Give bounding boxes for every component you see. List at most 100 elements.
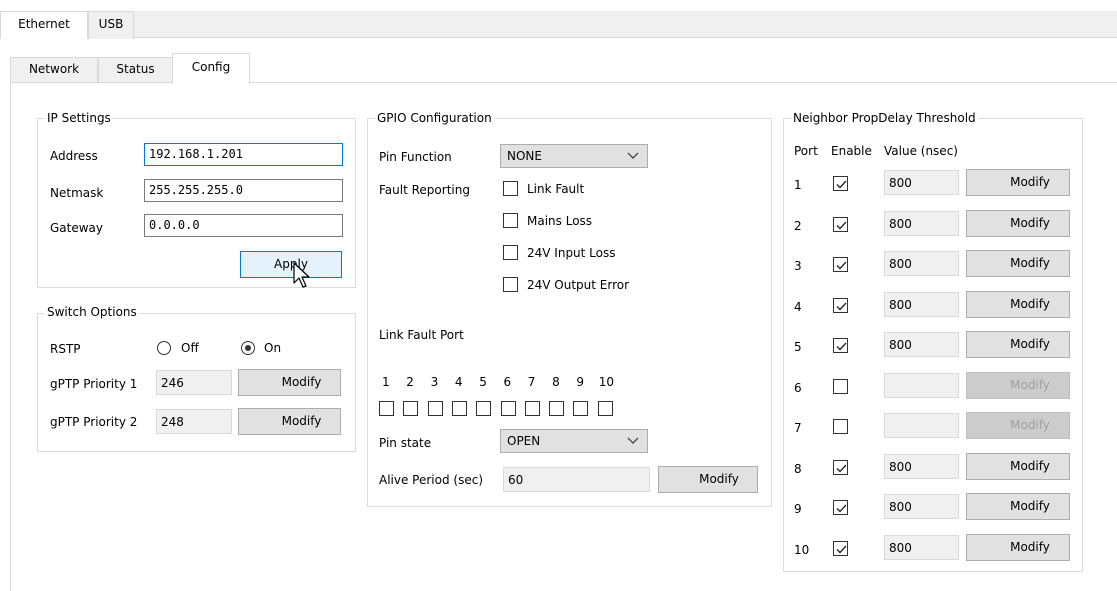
gptp2-modify-button[interactable]: Modify <box>238 408 341 435</box>
neighbor-modify-button[interactable]: Modify <box>966 250 1070 277</box>
link-fault-port-number: 10 <box>598 375 614 389</box>
neighbor-modify-button[interactable]: Modify <box>966 290 1070 318</box>
neighbor-value-field <box>884 413 959 438</box>
link-fault-port-checkbox[interactable] <box>403 401 419 416</box>
neighbor-port-number: 7 <box>794 421 802 435</box>
address-label: Address <box>50 149 98 163</box>
neighbor-enable-checkbox[interactable] <box>833 540 848 556</box>
neighbor-value-field: 800 <box>884 453 959 479</box>
link-fault-port-label: Link Fault Port <box>379 328 464 342</box>
neighbor-modify-button[interactable]: Modify <box>966 209 1070 237</box>
link-fault-port-checkbox[interactable] <box>379 401 394 416</box>
link-fault-port-checkbox[interactable] <box>500 401 516 416</box>
neighbor-enable-checkbox[interactable] <box>833 176 848 191</box>
neighbor-enable-checkbox[interactable] <box>833 216 848 232</box>
apply-button[interactable]: Apply <box>240 251 342 278</box>
address-field[interactable]: 192.168.1.201 <box>144 143 343 166</box>
neighbor-enable-checkbox[interactable] <box>833 257 848 272</box>
pin-state-select[interactable]: OPEN <box>500 429 648 453</box>
neighbor-enable-checkbox[interactable] <box>833 378 848 394</box>
rstp-off-radio[interactable] <box>157 341 171 355</box>
link-fault-port-checkbox[interactable] <box>451 401 467 416</box>
netmask-label: Netmask <box>50 186 104 200</box>
neighbor-modify-button[interactable]: Modify <box>966 533 1070 561</box>
neighbor-enable-checkbox[interactable] <box>833 297 848 313</box>
gptp2-label: gPTP Priority 2 <box>50 415 138 429</box>
gptp1-label: gPTP Priority 1 <box>50 377 138 391</box>
mains-loss-checkbox[interactable] <box>503 213 518 228</box>
link-fault-port-number: 6 <box>503 375 512 389</box>
pin-function-select[interactable]: NONE <box>500 144 648 168</box>
pin-function-value: NONE <box>507 149 542 163</box>
neighbor-modify-button[interactable]: Modify <box>966 169 1070 196</box>
link-fault-port-checkbox[interactable] <box>573 401 589 416</box>
neighbor-value-field: 800 <box>884 210 959 236</box>
enable-column-header: Enable <box>831 144 872 158</box>
tab-ethernet[interactable]: Ethernet <box>0 11 88 39</box>
gptp1-modify-button[interactable]: Modify <box>238 369 341 396</box>
neighbor-value-field: 800 <box>884 251 959 276</box>
port-column-header: Port <box>794 144 818 158</box>
neighbor-port-number: 4 <box>794 299 802 314</box>
link-fault-port-number: 2 <box>406 375 414 389</box>
link-fault-port-checkbox[interactable] <box>476 401 492 416</box>
gateway-label: Gateway <box>50 221 104 235</box>
switch-options-title: Switch Options <box>45 305 139 319</box>
tab-ethernet-label: Ethernet <box>18 17 70 31</box>
link-fault-checkbox[interactable] <box>503 181 518 196</box>
link-fault-port-number: 4 <box>454 375 463 389</box>
radio-selected-dot <box>245 345 251 351</box>
chevron-down-icon <box>627 152 639 159</box>
neighbor-enable-checkbox[interactable] <box>833 419 848 434</box>
tab-status-label: Status <box>116 62 155 76</box>
tab-usb[interactable]: USB <box>88 11 134 39</box>
neighbor-port-number: 9 <box>794 502 802 516</box>
gptp2-value: 248 <box>156 409 232 434</box>
link-fault-port-checkbox[interactable] <box>549 401 565 416</box>
tab-network-label: Network <box>28 62 80 76</box>
neighbor-value-field: 800 <box>884 332 959 357</box>
neighbor-modify-button[interactable]: Modify <box>966 371 1070 399</box>
link-fault-port-checkbox[interactable] <box>524 401 540 416</box>
tab-status[interactable]: Status <box>98 57 173 82</box>
alive-period-modify-button[interactable]: Modify <box>658 466 758 493</box>
neighbor-enable-checkbox[interactable] <box>833 500 848 515</box>
neighbor-modify-button[interactable]: Modify <box>966 493 1070 520</box>
link-fault-label: Link Fault <box>527 182 585 196</box>
neighbor-modify-button[interactable]: Modify <box>966 412 1070 439</box>
neighbor-enable-checkbox[interactable] <box>833 338 848 353</box>
neighbor-value-field <box>884 372 959 398</box>
output-error-label: 24V Output Error <box>527 278 630 292</box>
neighbor-value-field: 800 <box>884 494 959 519</box>
link-fault-port-number: 3 <box>430 375 439 389</box>
neighbor-enable-checkbox[interactable] <box>833 459 848 475</box>
tab-config[interactable]: Config <box>172 53 250 84</box>
netmask-field[interactable]: 255.255.255.0 <box>144 179 343 202</box>
neighbor-value-field: 800 <box>884 534 959 560</box>
link-fault-port-number: 9 <box>576 375 585 389</box>
alive-period-label: Alive Period (sec) <box>379 473 484 487</box>
tab-usb-label: USB <box>98 17 124 31</box>
neighbor-port-number: 2 <box>794 218 802 233</box>
link-fault-port-checkbox[interactable] <box>597 401 613 416</box>
input-loss-checkbox[interactable] <box>503 245 518 260</box>
link-fault-port-number: 8 <box>552 375 560 389</box>
link-fault-port-checkbox[interactable] <box>427 401 443 416</box>
neighbor-port-number: 1 <box>794 178 802 192</box>
gptp1-value: 246 <box>156 370 232 395</box>
tab-config-label: Config <box>191 60 231 74</box>
value-column-header: Value (nsec) <box>884 144 958 158</box>
output-error-checkbox[interactable] <box>503 277 518 292</box>
input-loss-label: 24V Input Loss <box>527 246 616 260</box>
neighbor-modify-button[interactable]: Modify <box>966 331 1070 358</box>
rstp-on-radio[interactable] <box>241 341 255 355</box>
neighbor-modify-button[interactable]: Modify <box>966 452 1070 480</box>
neighbor-port-number: 5 <box>794 340 802 354</box>
mains-loss-label: Mains Loss <box>527 214 593 228</box>
gateway-field[interactable]: 0.0.0.0 <box>144 214 343 237</box>
neighbor-port-number: 6 <box>794 380 802 395</box>
tab-network[interactable]: Network <box>10 57 98 82</box>
gpio-title: GPIO Configuration <box>375 111 494 125</box>
link-fault-port-number: 1 <box>382 375 390 389</box>
neighbor-title: Neighbor PropDelay Threshold <box>791 111 978 125</box>
